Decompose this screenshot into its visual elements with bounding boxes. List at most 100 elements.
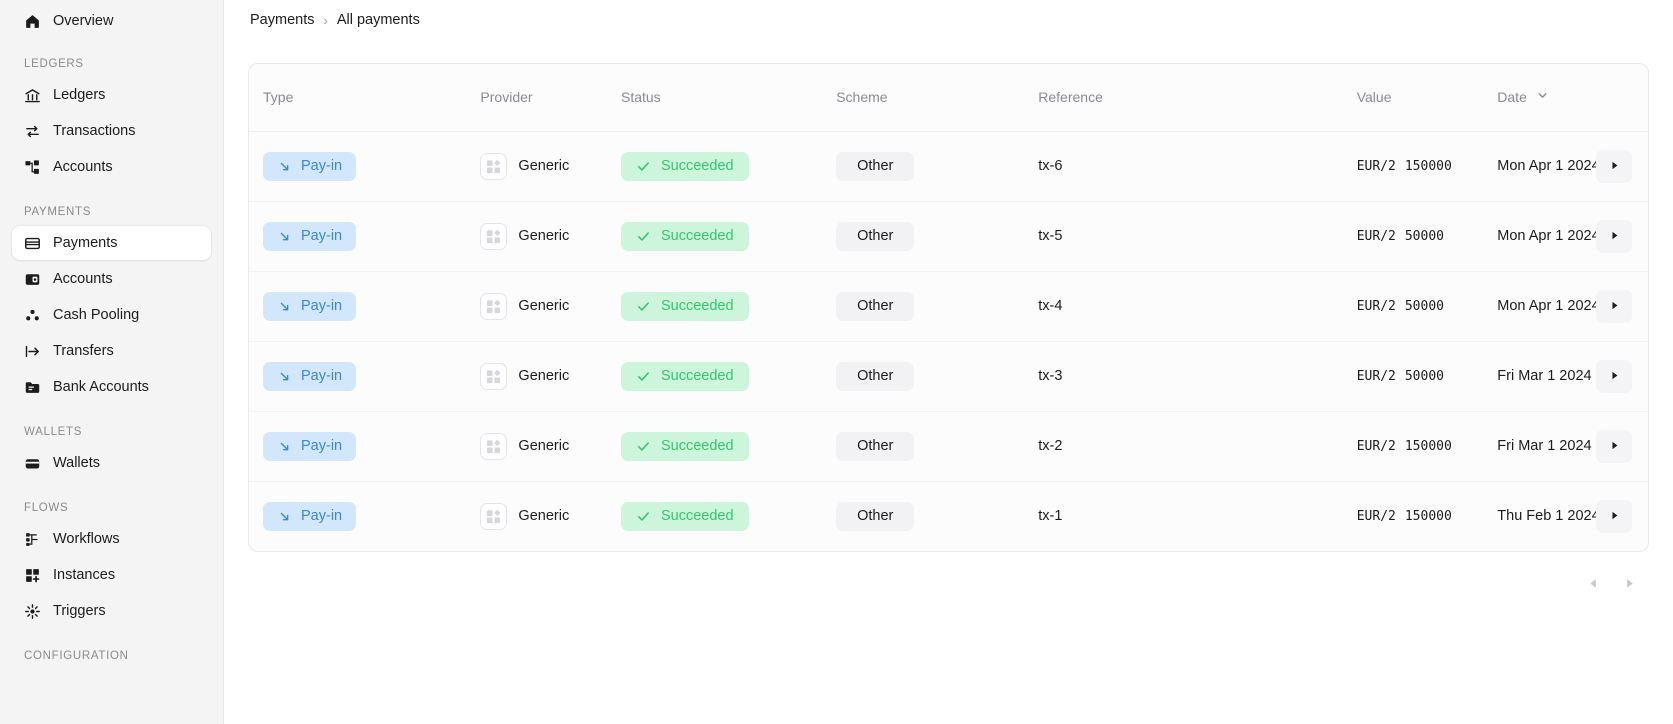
sidebar-item-label: Bank Accounts — [53, 379, 149, 395]
payment-type-label: Pay-in — [301, 158, 342, 174]
column-header-date[interactable]: Date — [1483, 64, 1648, 131]
row-expand-button[interactable] — [1596, 360, 1632, 393]
cell-status: Succeeded — [607, 341, 822, 411]
arrow-down-right-icon — [277, 369, 292, 384]
payment-type-badge[interactable]: Pay-in — [263, 432, 356, 461]
table-row[interactable]: Pay-inGenericSucceededOthertx-4EUR/25000… — [249, 271, 1648, 341]
payment-type-label: Pay-in — [301, 438, 342, 454]
column-header-status[interactable]: Status — [607, 64, 822, 131]
cell-value: EUR/2150000 — [1343, 411, 1484, 481]
pagination — [248, 574, 1649, 594]
scheme-badge: Other — [836, 152, 914, 181]
table-row[interactable]: Pay-inGenericSucceededOthertx-6EUR/21500… — [249, 131, 1648, 201]
cell-provider: Generic — [466, 411, 607, 481]
triangle-right-icon — [1609, 159, 1620, 174]
cell-provider: Generic — [466, 131, 607, 201]
status-badge: Succeeded — [621, 362, 749, 391]
transfer-arrows-icon — [24, 123, 41, 140]
payment-type-label: Pay-in — [301, 368, 342, 384]
scheme-badge: Other — [836, 502, 914, 531]
row-expand-button[interactable] — [1596, 290, 1632, 323]
value-amount: EUR/250000 — [1357, 369, 1444, 384]
status-badge: Succeeded — [621, 222, 749, 251]
pagination-next-button[interactable] — [1619, 574, 1639, 594]
row-expand-button[interactable] — [1596, 150, 1632, 183]
sidebar-item-wallets[interactable]: Wallets — [12, 446, 211, 480]
table-row[interactable]: Pay-inGenericSucceededOthertx-2EUR/21500… — [249, 411, 1648, 481]
check-icon — [636, 509, 651, 524]
column-header-type-label: Type — [263, 89, 293, 105]
sidebar-item-payments-accounts[interactable]: Accounts — [12, 262, 211, 296]
sidebar-item-label: Workflows — [53, 531, 120, 547]
value-number: 150000 — [1405, 509, 1452, 524]
sidebar-section-label-wallets: WALLETS — [12, 426, 211, 438]
column-header-value[interactable]: Value — [1343, 64, 1484, 131]
home-icon — [24, 13, 41, 30]
payment-type-badge[interactable]: Pay-in — [263, 362, 356, 391]
table-row[interactable]: Pay-inGenericSucceededOthertx-5EUR/25000… — [249, 201, 1648, 271]
row-expand-button[interactable] — [1596, 500, 1632, 533]
sidebar-item-transactions[interactable]: Transactions — [12, 114, 211, 148]
cell-status: Succeeded — [607, 411, 822, 481]
check-icon — [636, 229, 651, 244]
sidebar-item-label: Ledgers — [53, 87, 105, 103]
payment-type-badge[interactable]: Pay-in — [263, 292, 356, 321]
sidebar-item-cash-pooling[interactable]: Cash Pooling — [12, 298, 211, 332]
cell-type: Pay-in — [249, 481, 466, 551]
row-expand-button[interactable] — [1596, 430, 1632, 463]
breadcrumb-root[interactable]: Payments — [250, 12, 314, 28]
provider-label: Generic — [518, 158, 569, 174]
value-amount: EUR/250000 — [1357, 299, 1444, 314]
sidebar-item-triggers[interactable]: Triggers — [12, 594, 211, 628]
scheme-badge: Other — [836, 292, 914, 321]
triangle-left-icon — [1588, 577, 1599, 592]
sidebar-item-label: Transfers — [53, 343, 114, 359]
sidebar-item-bank-accounts[interactable]: Bank Accounts — [12, 370, 211, 404]
row-expand-button[interactable] — [1596, 220, 1632, 253]
provider-label: Generic — [518, 438, 569, 454]
value-currency: EUR/2 — [1357, 509, 1396, 524]
payment-type-badge[interactable]: Pay-in — [263, 502, 356, 531]
sidebar-item-transfers[interactable]: Transfers — [12, 334, 211, 368]
column-header-scheme-label: Scheme — [836, 89, 887, 105]
table-header: Type Provider Status Scheme Reference — [249, 64, 1648, 131]
date-label: Thu Feb 1 2024 — [1497, 508, 1599, 524]
status-label: Succeeded — [661, 368, 734, 384]
column-header-scheme[interactable]: Scheme — [822, 64, 1024, 131]
status-label: Succeeded — [661, 508, 734, 524]
status-badge: Succeeded — [621, 432, 749, 461]
column-header-provider[interactable]: Provider — [466, 64, 607, 131]
sidebar-item-label: Payments — [53, 235, 117, 251]
value-currency: EUR/2 — [1357, 439, 1396, 454]
scheme-badge: Other — [836, 362, 914, 391]
reference-label: tx-5 — [1038, 228, 1062, 244]
column-header-type[interactable]: Type — [249, 64, 466, 131]
cell-reference: tx-6 — [1024, 131, 1342, 201]
sidebar: OverviewLEDGERSLedgersTransactionsAccoun… — [0, 0, 224, 724]
sidebar-item-instances[interactable]: Instances — [12, 558, 211, 592]
sidebar-item-label: Instances — [53, 567, 115, 583]
table-row[interactable]: Pay-inGenericSucceededOthertx-3EUR/25000… — [249, 341, 1648, 411]
sidebar-item-overview[interactable]: Overview — [12, 4, 211, 38]
cell-value: EUR/250000 — [1343, 341, 1484, 411]
pagination-prev-button[interactable] — [1583, 574, 1603, 594]
value-number: 150000 — [1405, 159, 1452, 174]
payment-type-badge[interactable]: Pay-in — [263, 152, 356, 181]
sidebar-item-label: Cash Pooling — [53, 307, 139, 323]
chevron-down-icon — [1536, 89, 1549, 105]
cell-provider: Generic — [466, 201, 607, 271]
arrow-down-right-icon — [277, 439, 292, 454]
sidebar-section-label-payments: PAYMENTS — [12, 206, 211, 218]
status-badge: Succeeded — [621, 502, 749, 531]
value-currency: EUR/2 — [1357, 229, 1396, 244]
sidebar-item-payments[interactable]: Payments — [12, 226, 211, 260]
payment-type-badge[interactable]: Pay-in — [263, 222, 356, 251]
generic-provider-icon — [480, 293, 507, 320]
sidebar-item-ledgers[interactable]: Ledgers — [12, 78, 211, 112]
sidebar-item-workflows[interactable]: Workflows — [12, 522, 211, 556]
sidebar-item-ledgers-accounts[interactable]: Accounts — [12, 150, 211, 184]
table-row[interactable]: Pay-inGenericSucceededOthertx-1EUR/21500… — [249, 481, 1648, 551]
cell-provider: Generic — [466, 481, 607, 551]
column-header-reference[interactable]: Reference — [1024, 64, 1342, 131]
sidebar-section-label-configuration: CONFIGURATION — [12, 650, 211, 662]
